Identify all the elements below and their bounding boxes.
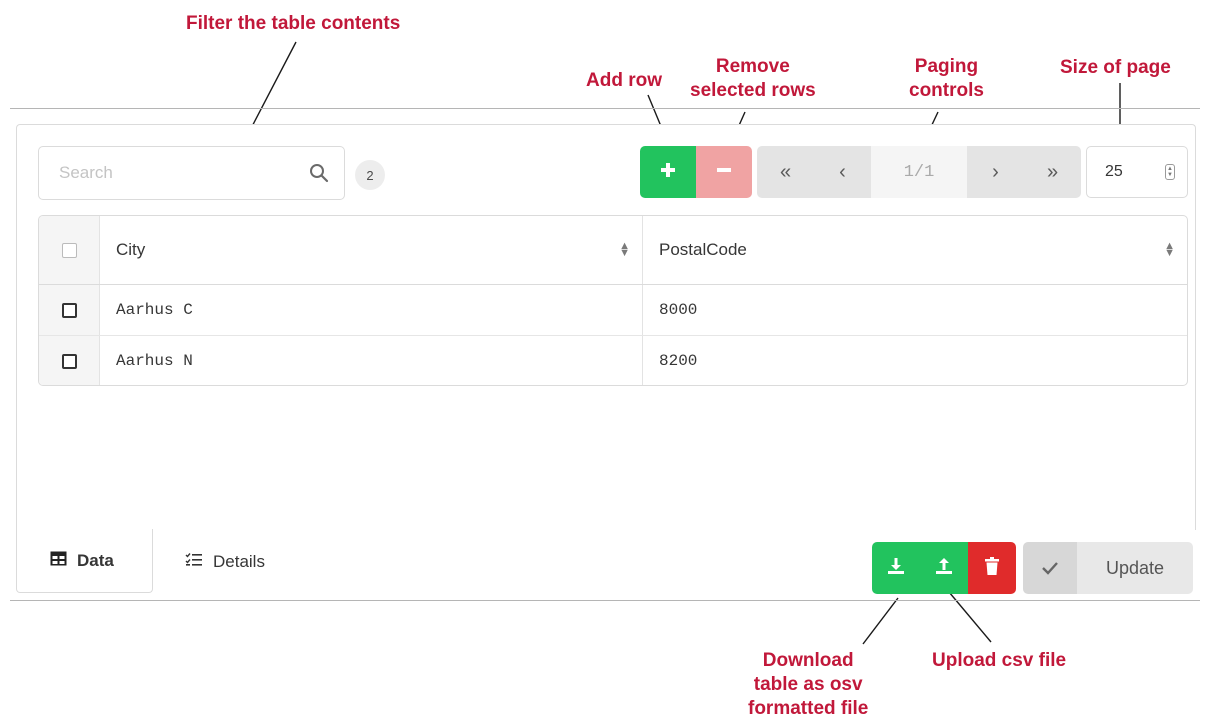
- download-icon: [887, 557, 905, 580]
- check-icon: [1023, 542, 1077, 594]
- table-header-row: City ▲ ▼ PostalCode ▲ ▼: [39, 216, 1187, 285]
- annotation-paging-line1: Paging: [914, 56, 979, 77]
- annotation-filter: Filter the table contents: [186, 13, 401, 34]
- annotation-download: Download table as osv formatted file: [748, 649, 868, 721]
- row-checkbox-cell: [39, 336, 100, 385]
- row-checkbox-cell: [39, 285, 100, 335]
- prev-page-button[interactable]: ‹: [814, 146, 871, 198]
- column-header-postalcode[interactable]: PostalCode ▲ ▼: [643, 216, 1187, 284]
- plus-icon: [660, 162, 676, 183]
- sort-icon[interactable]: ▲ ▼: [619, 241, 630, 259]
- annotation-paging-line2: controls: [909, 80, 984, 101]
- paging-controls: « ‹ 1/1 › »: [757, 146, 1081, 198]
- checklist-icon: [185, 552, 203, 572]
- cell-city[interactable]: Aarhus C: [100, 285, 643, 335]
- delete-button[interactable]: [968, 542, 1016, 594]
- table-icon: [50, 551, 67, 571]
- tab-details[interactable]: Details: [185, 548, 265, 576]
- annotation-remove-rows: Remove selected rows: [690, 55, 816, 103]
- annotation-upload: Upload csv file: [932, 650, 1067, 671]
- annotation-remove-line2: selected rows: [690, 80, 816, 101]
- column-header-city-label: City: [116, 240, 146, 259]
- row-count-badge: 2: [355, 160, 385, 190]
- annotation-download-line2: table as osv: [753, 674, 863, 695]
- page-size-value[interactable]: 25: [1105, 163, 1165, 181]
- cell-postalcode[interactable]: 8000: [643, 285, 1187, 335]
- cell-city[interactable]: Aarhus N: [100, 336, 643, 385]
- data-table: City ▲ ▼ PostalCode ▲ ▼ Aarhus C 8000 Aarh…: [38, 215, 1188, 386]
- search-input[interactable]: [59, 163, 308, 183]
- search-icon[interactable]: [308, 162, 330, 184]
- table-row[interactable]: Aarhus N 8200: [39, 336, 1187, 385]
- upload-button[interactable]: [920, 542, 968, 594]
- header-checkbox-cell: [39, 216, 100, 284]
- page-indicator: 1/1: [871, 146, 967, 198]
- column-header-city[interactable]: City ▲ ▼: [100, 216, 643, 284]
- search-box[interactable]: [38, 146, 345, 200]
- tab-data-label: Data: [77, 550, 114, 570]
- annotation-page-size: Size of page: [1060, 57, 1171, 78]
- last-page-button[interactable]: »: [1024, 146, 1081, 198]
- row-checkbox[interactable]: [61, 353, 77, 369]
- annotation-remove-line1: Remove: [715, 56, 790, 77]
- select-all-checkbox[interactable]: [61, 242, 77, 258]
- first-page-button[interactable]: «: [757, 146, 814, 198]
- upload-icon: [935, 557, 953, 580]
- download-button[interactable]: [872, 542, 920, 594]
- annotation-download-line1: Download: [762, 650, 854, 671]
- cell-postalcode[interactable]: 8200: [643, 336, 1187, 385]
- annotation-download-line3: formatted file: [748, 698, 869, 719]
- top-divider: [10, 108, 1200, 109]
- bottom-divider: [10, 600, 1200, 601]
- update-button-label: Update: [1077, 542, 1193, 594]
- download-leader-line: [862, 597, 899, 645]
- update-button[interactable]: Update: [1023, 542, 1193, 594]
- remove-rows-button[interactable]: [696, 146, 752, 198]
- column-header-postalcode-label: PostalCode: [659, 240, 747, 259]
- trash-icon: [985, 556, 999, 580]
- page-size-input[interactable]: 25 ▲ ▼: [1086, 146, 1188, 198]
- table-row[interactable]: Aarhus C 8000: [39, 285, 1187, 336]
- sort-icon[interactable]: ▲ ▼: [1164, 241, 1175, 259]
- next-page-button[interactable]: ›: [967, 146, 1024, 198]
- minus-icon: [716, 162, 732, 183]
- stepper-icon[interactable]: ▲ ▼: [1165, 164, 1175, 180]
- annotation-add-row: Add row: [586, 70, 662, 91]
- add-row-button[interactable]: [640, 146, 696, 198]
- row-checkbox[interactable]: [61, 302, 77, 318]
- tab-details-label: Details: [213, 552, 265, 571]
- annotation-paging: Paging controls: [909, 55, 984, 103]
- tab-data[interactable]: Data: [16, 529, 153, 593]
